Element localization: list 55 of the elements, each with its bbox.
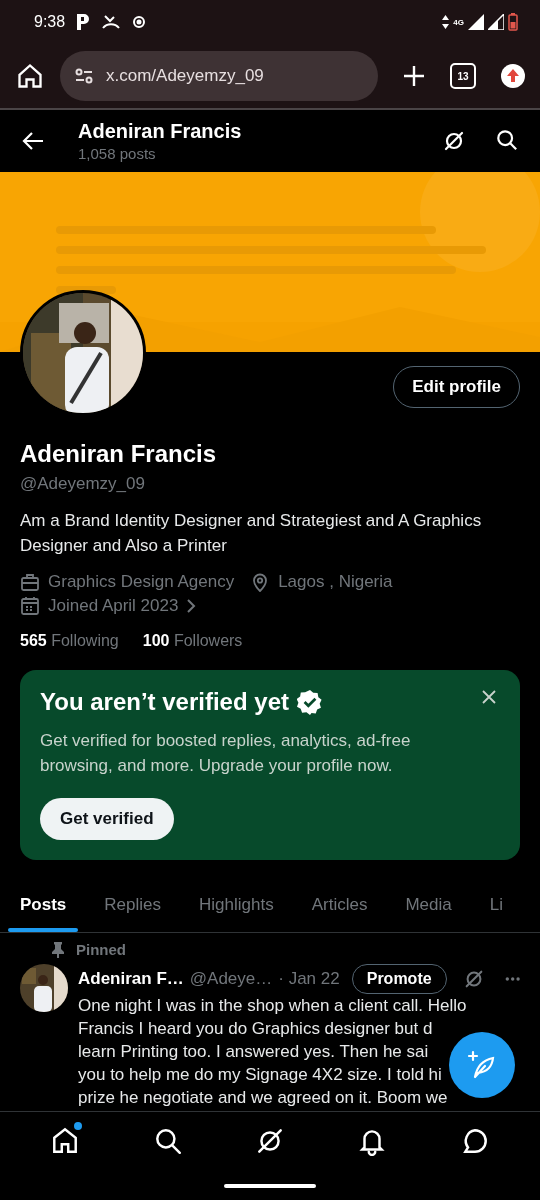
- address-bar[interactable]: x.com/Adeyemzy_09: [60, 51, 378, 101]
- profile-tab[interactable]: Media: [393, 878, 464, 932]
- get-verified-button[interactable]: Get verified: [40, 798, 174, 840]
- profile-title: Adeniran Francis: [78, 120, 243, 143]
- tune-icon: [74, 66, 94, 86]
- feather-plus-icon: [467, 1050, 497, 1080]
- card-title: You aren’t verified yet: [40, 688, 289, 716]
- display-name: Adeniran Francis: [20, 440, 218, 468]
- clock: 9:38: [34, 13, 66, 31]
- profile-tab[interactable]: Replies: [92, 878, 173, 932]
- post-text: learn Printing too. I answered yes. Then he sai: [78, 1041, 429, 1063]
- follow-count[interactable]: 565 Following: [20, 632, 119, 650]
- post-count: 1,058 posts: [78, 145, 157, 162]
- briefcase-icon: [20, 572, 40, 592]
- battery-icon: [508, 13, 518, 31]
- home-icon[interactable]: [16, 62, 44, 90]
- chevron-right-icon[interactable]: [186, 598, 197, 614]
- upload-icon[interactable]: [500, 63, 526, 89]
- notification-dot: [74, 1122, 83, 1130]
- data-arrows-icon: [442, 15, 450, 29]
- pin-icon: [52, 941, 64, 958]
- close-icon[interactable]: [482, 690, 496, 704]
- signal-icon: [488, 14, 504, 30]
- post-text: Francis I heard you do Graphics designer but d: [78, 1018, 433, 1040]
- author-handle: @Adeye…: [189, 969, 273, 989]
- back-arrow-icon[interactable]: [22, 131, 44, 151]
- post-date: · Jan 22: [278, 969, 340, 989]
- username: @Adeyemzy_09: [20, 474, 146, 494]
- profile-tab[interactable]: Li: [477, 878, 515, 932]
- join-date: Joined April 2023: [48, 596, 179, 616]
- category: Graphics Design Agency: [48, 572, 235, 592]
- verified-badge-icon: [296, 689, 323, 715]
- app-icon: [75, 13, 92, 31]
- bio: Am a Brand Identity Designer and Strategiest and A Graphics Designer and Also a Printer: [20, 510, 483, 557]
- post-text: you to help me do my Signage 4X2 size. I told hi: [78, 1064, 442, 1086]
- search-icon[interactable]: [496, 129, 518, 151]
- tab-count[interactable]: 13: [450, 63, 476, 89]
- network-type: 4G: [453, 17, 464, 27]
- promote-button[interactable]: Promote: [351, 964, 447, 994]
- more-icon[interactable]: [504, 976, 520, 982]
- post-text: prize he negotiate and we agreed on it. Boom we: [78, 1087, 448, 1109]
- profile-tab[interactable]: Highlights: [187, 878, 286, 932]
- signal-icon: [468, 14, 484, 30]
- plus-icon[interactable]: [402, 64, 426, 88]
- edit-profile-button[interactable]: Edit profile: [393, 366, 520, 408]
- author-name[interactable]: Adeniran F…: [78, 969, 184, 989]
- profile-tab[interactable]: Posts: [8, 878, 79, 932]
- profile-tab[interactable]: Articles: [299, 878, 380, 932]
- location: Lagos , Nigeria: [278, 572, 393, 592]
- card-description: Get verified for boosted replies, analytics, ad-free browsing, and more. Upgrade your profile now.: [40, 730, 412, 777]
- post-text: One night I was in the shop when a client call. Hello: [78, 995, 467, 1017]
- calendar-icon: [20, 596, 40, 616]
- follow-count[interactable]: 100 Followers: [142, 632, 243, 650]
- grok-icon[interactable]: [442, 129, 466, 153]
- pinned-label: Pinned: [76, 941, 126, 958]
